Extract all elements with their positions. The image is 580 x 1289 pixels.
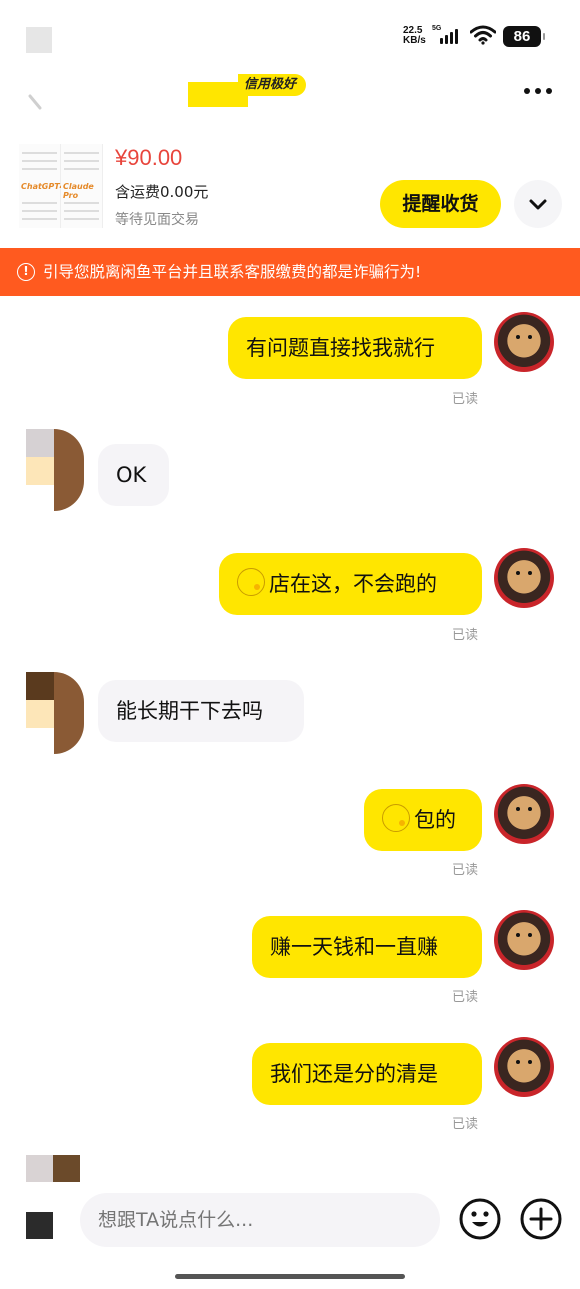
remind-receipt-button[interactable]: 提醒收货	[380, 180, 501, 228]
message-bubble-outgoing[interactable]: 我们还是分的清是	[252, 1043, 482, 1105]
message-text: 包的	[414, 808, 456, 832]
message-text: 店在这，不会跑的	[269, 572, 437, 596]
message-bubble-outgoing[interactable]: 店在这，不会跑的	[219, 553, 482, 615]
message-text: 能长期干下去吗	[116, 699, 263, 723]
speed-unit: KB/s	[403, 35, 426, 46]
message-input[interactable]	[80, 1193, 440, 1247]
status-app-icon	[26, 27, 52, 53]
product-card[interactable]: ChatGPT4.0 Claude Pro ¥90.00 含运费0.00元 等待…	[0, 135, 580, 247]
battery-indicator: 86	[503, 26, 545, 47]
chat-header: 信用极好	[0, 70, 580, 130]
contact-avatar[interactable]	[26, 1155, 82, 1239]
status-bar: 22.5 KB/s 5G 86	[0, 0, 580, 70]
message-text: OK	[116, 463, 147, 487]
product-price: ¥90.00	[115, 145, 183, 170]
message-text: 我们还是分的清是	[270, 1062, 438, 1086]
message-bubble-incoming[interactable]: 能长期干下去吗	[98, 680, 304, 742]
back-arrow-icon[interactable]	[26, 88, 50, 112]
credit-badge: 信用极好	[238, 74, 307, 96]
more-dots-icon[interactable]	[524, 88, 558, 98]
message-bubble-outgoing[interactable]: 有问题直接找我就行	[228, 317, 482, 379]
message-bubble-outgoing[interactable]: 包的	[364, 789, 482, 851]
my-avatar[interactable]	[494, 548, 554, 608]
expand-button[interactable]	[514, 180, 562, 228]
my-avatar[interactable]	[494, 784, 554, 844]
chevron-down-icon	[529, 199, 547, 210]
home-indicator[interactable]	[175, 1274, 405, 1279]
message-bubble-incoming[interactable]: OK	[98, 444, 169, 506]
message-bubble-outgoing[interactable]: 赚一天钱和一直赚	[252, 916, 482, 978]
my-avatar[interactable]	[494, 312, 554, 372]
smile-emoji-icon	[382, 804, 410, 832]
read-receipt: 已读	[452, 863, 479, 878]
input-bar	[0, 1150, 580, 1289]
product-thumbnail[interactable]: ChatGPT4.0 Claude Pro	[19, 144, 103, 228]
exclamation-circle-icon: !	[17, 263, 35, 281]
message-list[interactable]: 有问题直接找我就行 已读 OK 店在这，不会跑的 已读 能长期干下去吗 包的 已…	[0, 296, 580, 1176]
fraud-warning-banner: ! 引导您脱离闲鱼平台并且联系客服缴费的都是诈骗行为!	[0, 248, 580, 296]
smile-emoji-icon	[237, 568, 265, 596]
contact-avatar[interactable]	[26, 429, 84, 511]
wifi-icon	[470, 25, 496, 45]
signal-icon	[440, 28, 458, 44]
my-avatar[interactable]	[494, 910, 554, 970]
smiley-icon[interactable]	[458, 1197, 502, 1241]
shipping-fee: 含运费0.00元	[115, 183, 209, 201]
network-speed: 22.5 KB/s	[403, 26, 426, 46]
read-receipt: 已读	[452, 1117, 479, 1132]
read-receipt: 已读	[452, 628, 479, 643]
message-text: 有问题直接找我就行	[246, 336, 435, 360]
read-receipt: 已读	[452, 392, 479, 407]
my-avatar[interactable]	[494, 1037, 554, 1097]
trade-status: 等待见面交易	[115, 212, 199, 228]
warning-text: 引导您脱离闲鱼平台并且联系客服缴费的都是诈骗行为!	[43, 263, 422, 281]
thumb-text-right: Claude Pro	[63, 182, 94, 200]
contact-avatar[interactable]	[26, 672, 84, 754]
plus-circle-icon[interactable]	[519, 1197, 563, 1241]
message-text: 赚一天钱和一直赚	[270, 935, 438, 959]
read-receipt: 已读	[452, 990, 479, 1005]
